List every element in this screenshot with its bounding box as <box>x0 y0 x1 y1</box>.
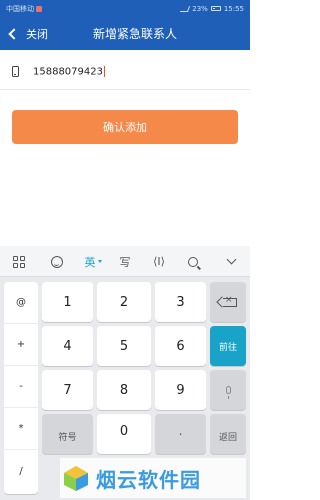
clock: 15:55 <box>223 4 244 13</box>
language-switch[interactable]: 英 <box>80 246 106 277</box>
key-1[interactable]: 1 <box>42 282 93 322</box>
key-7[interactable]: 7 <box>42 370 93 410</box>
handwrite-button[interactable]: 写 <box>112 246 138 277</box>
battery-icon <box>210 6 221 11</box>
backspace-icon <box>223 295 237 307</box>
key-at[interactable]: @ <box>4 282 38 324</box>
key-plus[interactable]: + <box>4 324 38 366</box>
text-caret <box>104 65 105 77</box>
key-3[interactable]: 3 <box>155 282 206 322</box>
watermark: 烟云软件园 <box>60 458 246 498</box>
key-minus[interactable]: - <box>4 366 38 408</box>
symbol-key[interactable]: 符号 <box>42 414 93 454</box>
key-0[interactable]: 0 <box>97 414 151 454</box>
status-bar: 中国移动 23% 15:55 <box>0 0 250 17</box>
back-label: 关闭 <box>26 27 48 41</box>
watermark-logo-icon <box>64 466 88 491</box>
symbol-column: @ + - * / <box>4 282 38 494</box>
go-key[interactable]: 前往 <box>210 326 246 366</box>
phone-input[interactable]: 15888079423 <box>33 65 193 78</box>
key-5[interactable]: 5 <box>97 326 151 366</box>
key-6[interactable]: 6 <box>155 326 206 366</box>
voice-key[interactable] <box>210 370 246 410</box>
phone-icon <box>12 66 19 77</box>
key-2[interactable]: 2 <box>97 282 151 322</box>
back-button[interactable]: 关闭 <box>8 17 48 50</box>
signal-icon <box>180 5 191 12</box>
chevron-left-icon <box>8 27 20 40</box>
key-4[interactable]: 4 <box>42 326 93 366</box>
caret-down-icon <box>97 260 102 263</box>
backspace-key[interactable] <box>210 282 246 322</box>
notification-icon <box>36 5 42 12</box>
phone-field-row[interactable]: 15888079423 <box>0 54 250 90</box>
watermark-text: 烟云软件园 <box>96 467 201 492</box>
key-slash[interactable]: / <box>4 450 38 492</box>
carrier-info: 中国移动 <box>6 4 181 14</box>
return-key[interactable]: 返回 <box>210 414 246 454</box>
emoji-icon[interactable] <box>44 246 70 277</box>
collapse-keyboard-icon[interactable] <box>218 246 244 277</box>
keyboard-toolbar: 英 写 ⟨I⟩ <box>0 246 250 277</box>
search-icon[interactable] <box>180 246 206 277</box>
grid-menu-icon[interactable] <box>6 246 32 277</box>
key-asterisk[interactable]: * <box>4 408 38 450</box>
confirm-add-button[interactable]: 确认添加 <box>12 110 238 144</box>
nav-bar: 关闭 新增紧急联系人 <box>0 17 250 50</box>
battery-percent: 23% <box>192 4 208 13</box>
microphone-icon <box>225 386 231 399</box>
key-8[interactable]: 8 <box>97 370 151 410</box>
language-label: 英 <box>84 255 96 269</box>
cursor-move-button[interactable]: ⟨I⟩ <box>146 246 172 277</box>
dot-key[interactable]: . <box>155 414 206 454</box>
key-9[interactable]: 9 <box>155 370 206 410</box>
status-right: 23% 15:55 <box>180 4 244 13</box>
phone-value: 15888079423 <box>33 66 103 78</box>
carrier-name: 中国移动 <box>6 4 34 13</box>
